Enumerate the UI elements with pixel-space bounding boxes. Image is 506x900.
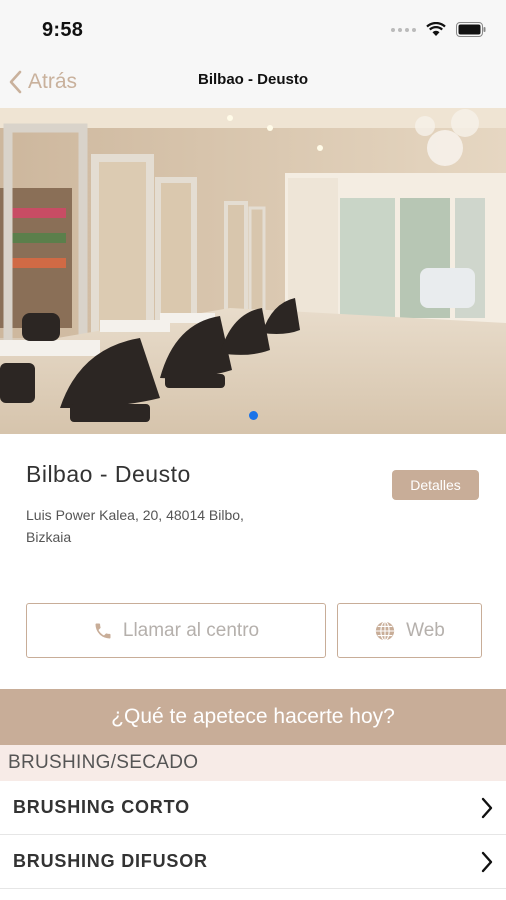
service-row-brushing-difusor[interactable]: BRUSHING DIFUSOR — [0, 835, 506, 889]
chevron-right-icon — [481, 851, 493, 872]
service-label: BRUSHING DIFUSOR — [13, 851, 208, 871]
status-icons — [391, 22, 486, 37]
signal-icon — [391, 27, 416, 32]
web-button[interactable]: Web — [337, 603, 482, 658]
status-time: 9:58 — [42, 19, 84, 41]
phone-icon — [95, 623, 111, 638]
service-row-brushing-corto[interactable]: BRUSHING CORTO — [0, 781, 506, 835]
status-bar: 9:58 — [0, 0, 506, 58]
center-name: Bilbao - Deusto — [26, 461, 191, 487]
services-prompt-banner: ¿Qué te apetece hacerte hoy? — [0, 689, 506, 745]
service-label: BRUSHING CORTO — [13, 797, 190, 817]
category-header: BRUSHING/SECADO — [0, 745, 506, 781]
page-title: Bilbao - Deusto — [197, 71, 308, 88]
globe-icon — [375, 620, 395, 641]
chevron-right-icon — [481, 797, 493, 818]
salon-photo[interactable] — [0, 108, 506, 434]
battery-icon — [456, 22, 486, 37]
address-line-1: Luis Power Kalea, 20, 48014 Bilbo, — [26, 507, 244, 523]
details-button[interactable]: Detalles — [392, 470, 479, 500]
call-center-button[interactable]: Llamar al centro — [26, 603, 326, 658]
web-label: Web — [406, 619, 445, 641]
address-line-2: Bizkaia — [26, 529, 72, 545]
call-center-label: Llamar al centro — [122, 619, 260, 641]
navigation-bar: Atrás Bilbao - Deusto — [0, 58, 506, 108]
wifi-icon — [426, 22, 446, 36]
carousel-page-indicator[interactable] — [249, 411, 258, 420]
